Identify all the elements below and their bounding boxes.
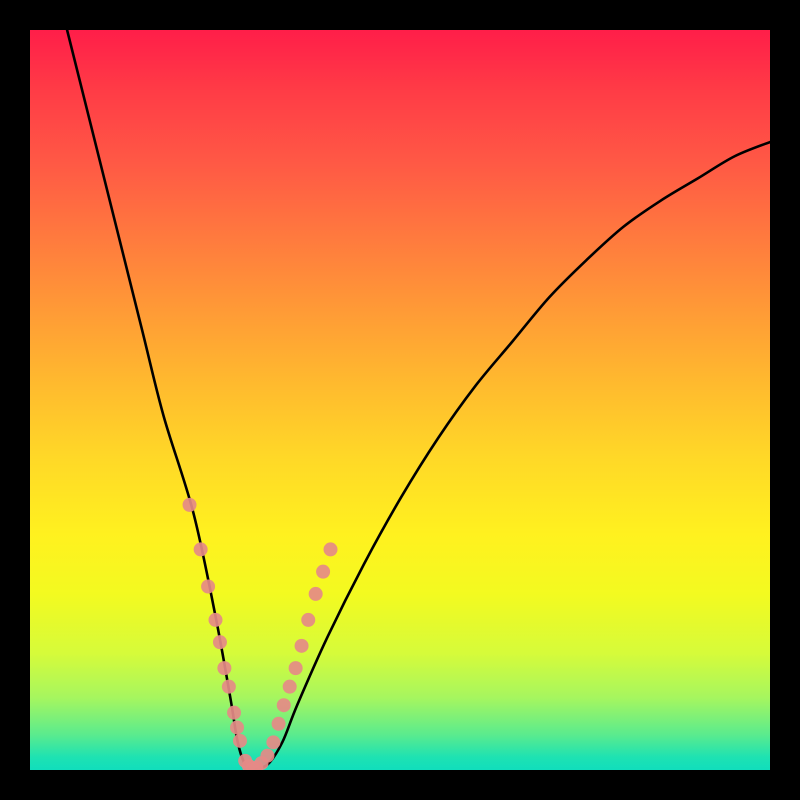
curve-svg xyxy=(30,30,772,772)
highlight-marker xyxy=(289,661,303,675)
chart-container: TheBottleneck.com xyxy=(0,0,800,800)
highlight-marker xyxy=(201,580,215,594)
curve-path-group xyxy=(67,30,772,768)
highlight-marker xyxy=(272,717,286,731)
highlight-marker xyxy=(324,542,338,556)
highlight-marker xyxy=(233,734,247,748)
highlight-marker xyxy=(194,542,208,556)
marker-group xyxy=(183,498,338,772)
highlight-marker xyxy=(183,498,197,512)
highlight-marker xyxy=(266,735,280,749)
highlight-marker xyxy=(213,635,227,649)
highlight-marker xyxy=(230,720,244,734)
highlight-marker xyxy=(309,587,323,601)
highlight-marker xyxy=(260,749,274,763)
highlight-marker xyxy=(227,706,241,720)
highlight-marker xyxy=(316,565,330,579)
plot-area xyxy=(30,30,772,772)
highlight-marker xyxy=(217,661,231,675)
highlight-marker xyxy=(295,639,309,653)
highlight-marker xyxy=(277,698,291,712)
watermark-text: TheBottleneck.com xyxy=(581,4,792,30)
highlight-marker xyxy=(301,613,315,627)
highlight-marker xyxy=(222,680,236,694)
highlight-marker xyxy=(209,613,223,627)
highlight-marker xyxy=(283,680,297,694)
bottleneck-curve xyxy=(67,30,772,768)
